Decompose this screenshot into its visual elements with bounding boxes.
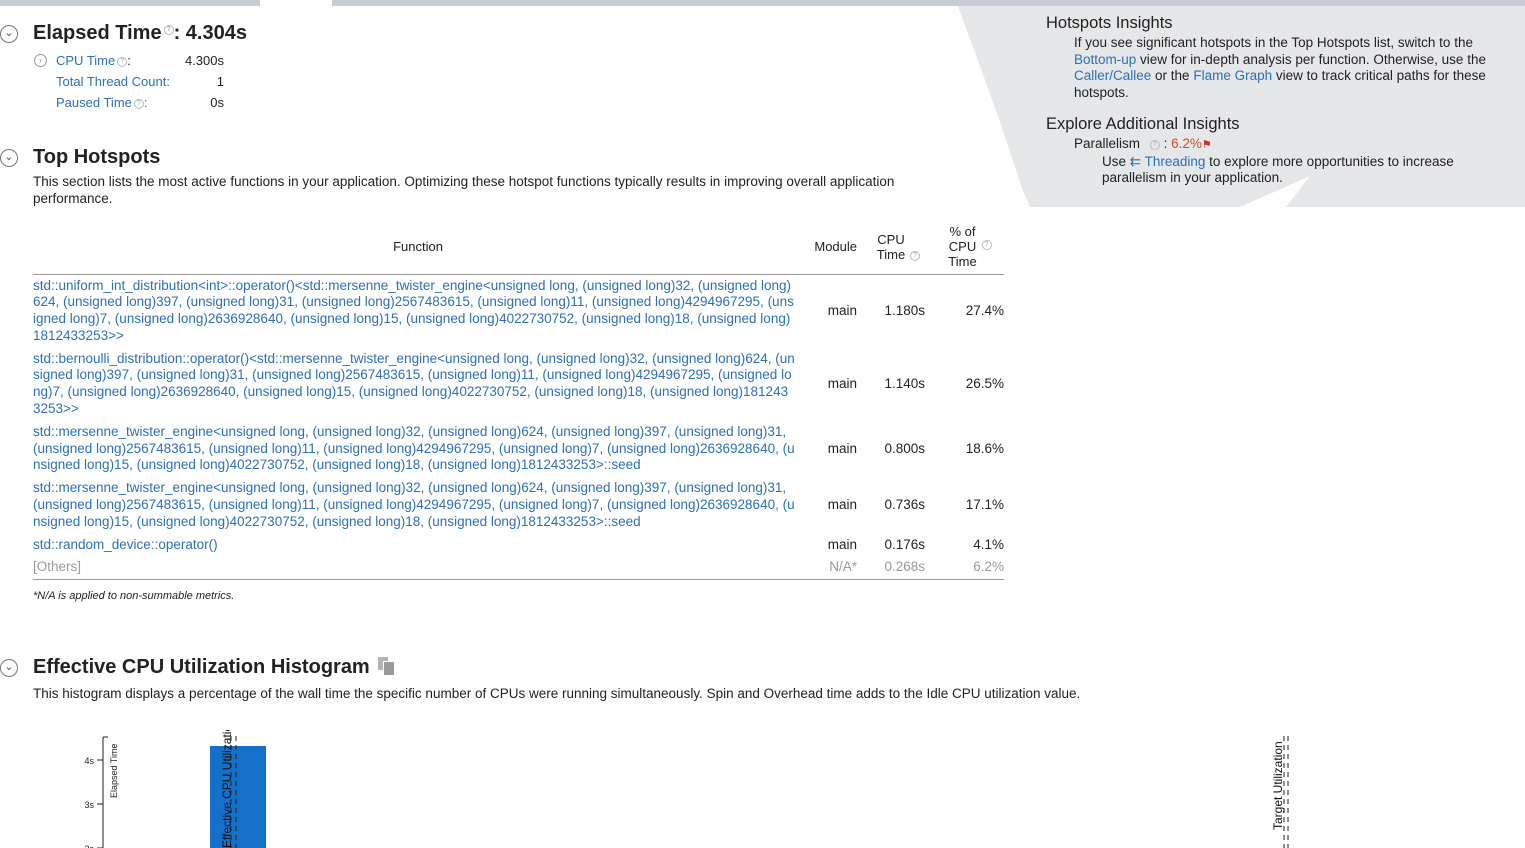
explore-insights-title: Explore Additional Insights [1046, 115, 1240, 133]
pct-cell: 17.1% [965, 497, 1004, 513]
table-row-others: [Others] N/A* 0.268s 6.2% [33, 556, 1004, 581]
function-name-link[interactable]: std::mersenne_twister_engine<unsigned lo… [33, 421, 803, 477]
module-cell: main [827, 302, 857, 318]
flame-graph-link[interactable]: Flame Graph [1193, 68, 1272, 83]
top-hotspots-table: Function Module CPU Time? % of CPU Time?… [33, 222, 1004, 581]
pct-cell: 26.5% [965, 375, 1004, 391]
column-header-cpu-time[interactable]: CPU Time? [861, 222, 933, 275]
table-row[interactable]: std::mersenne_twister_engine<unsigned lo… [33, 477, 1004, 533]
histogram-description: This histogram displays a percentage of … [33, 686, 1081, 701]
help-icon[interactable]: ? [163, 25, 174, 35]
cpu-time-cell: 0.800s [884, 440, 925, 456]
help-icon[interactable]: ? [117, 57, 128, 67]
function-name-link[interactable]: std::uniform_int_distribution<int>::oper… [33, 274, 803, 348]
cpu-utilization-histogram: 4s 3s 2s Elapsed Time Effective CPU Util… [84, 730, 1289, 848]
pct-cell: 6.2% [933, 556, 1004, 581]
active-tab-gap [260, 0, 332, 6]
parallelism-value: 6.2% [1171, 136, 1202, 151]
column-header-pct-cpu-time[interactable]: % of CPU Time? [933, 222, 1004, 275]
cpu-time-label[interactable]: CPU Time [56, 53, 115, 68]
cpu-time-cell: 0.736s [884, 497, 925, 513]
pct-cell: 27.4% [965, 302, 1004, 318]
top-hotspots-heading: Top Hotspots [33, 146, 161, 168]
help-icon[interactable]: ? [981, 240, 992, 251]
function-name-link[interactable]: std::random_device::operator() [33, 534, 803, 557]
module-cell: main [827, 497, 857, 513]
pct-cell: 18.6% [965, 440, 1004, 456]
cpu-time-metric: CPU Time?: [56, 53, 131, 68]
elapsed-time-heading: Elapsed Time?: 4.304s [33, 22, 247, 44]
threading-link[interactable]: Threading [1145, 154, 1206, 169]
hotspots-insights-text: If you see significant hotspots in the T… [1074, 35, 1486, 100]
elapsed-collapse-toggle[interactable]: ⌄ [0, 25, 18, 43]
copy-icon[interactable] [377, 657, 395, 676]
module-cell: N/A* [803, 556, 861, 581]
cpu-time-cell: 1.140s [884, 375, 925, 391]
target-utilization-label: Target Utilization [1271, 741, 1285, 830]
help-icon[interactable]: ? [133, 99, 144, 109]
histogram-collapse-toggle[interactable]: ⌄ [0, 659, 18, 677]
y-axis-label: Elapsed Time [109, 743, 119, 798]
column-header-function[interactable]: Function [33, 222, 803, 275]
module-cell: main [827, 440, 857, 456]
cpu-time-value: 4.300s [184, 53, 224, 68]
bar-marker-label: Effective CPU Utilization [220, 730, 234, 848]
table-row[interactable]: std::random_device::operator() main 0.17… [33, 534, 1004, 557]
thread-count-label: Total Thread Count: [56, 74, 170, 89]
flag-icon: ⚑ [1201, 139, 1212, 151]
threading-icon: ⇇ [1129, 153, 1142, 169]
cpu-time-cell: 1.180s [884, 302, 925, 318]
parallelism-metric: Parallelism ? : 6.2%⚑ [1074, 136, 1212, 151]
help-icon[interactable]: ? [1149, 140, 1160, 150]
help-icon[interactable]: ? [910, 250, 920, 261]
threading-recommendation: Use ⇇ Threading to explore more opportun… [1102, 153, 1454, 186]
y-tick-label: 2s [84, 844, 94, 848]
pct-cell: 4.1% [973, 536, 1004, 552]
module-cell: main [827, 375, 857, 391]
caller-callee-link[interactable]: Caller/Callee [1074, 68, 1151, 83]
cpu-time-cell: 0.176s [884, 536, 925, 552]
histogram-bar [210, 746, 266, 848]
others-label: [Others] [33, 556, 803, 581]
cpu-time-cell: 0.268s [861, 556, 933, 581]
module-cell: main [827, 536, 857, 552]
function-name-link[interactable]: std::mersenne_twister_engine<unsigned lo… [33, 477, 803, 533]
cpu-time-expand-toggle[interactable]: › [34, 54, 47, 67]
histogram-heading: Effective CPU Utilization Histogram [33, 656, 395, 679]
table-row[interactable]: std::bernoulli_distribution::operator()<… [33, 348, 1004, 421]
paused-time-metric: Paused Time?: [56, 95, 148, 110]
na-footnote: *N/A is applied to non-summable metrics. [33, 590, 235, 602]
hotspots-collapse-toggle[interactable]: ⌄ [0, 149, 18, 167]
top-hotspots-description: This section lists the most active funct… [33, 174, 895, 206]
table-row[interactable]: std::uniform_int_distribution<int>::oper… [33, 274, 1004, 348]
insights-panel: Hotspots Insights If you see significant… [1046, 14, 1516, 187]
y-tick-label: 4s [84, 756, 94, 766]
column-header-module[interactable]: Module [803, 222, 861, 275]
bottom-up-link[interactable]: Bottom-up [1074, 52, 1136, 67]
paused-time-value: 0s [210, 95, 224, 110]
y-tick-label: 3s [84, 800, 94, 810]
thread-count-value: 1 [216, 74, 224, 89]
hotspots-insights-title: Hotspots Insights [1046, 14, 1173, 32]
function-name-link[interactable]: std::bernoulli_distribution::operator()<… [33, 348, 803, 421]
table-row[interactable]: std::mersenne_twister_engine<unsigned lo… [33, 421, 1004, 477]
